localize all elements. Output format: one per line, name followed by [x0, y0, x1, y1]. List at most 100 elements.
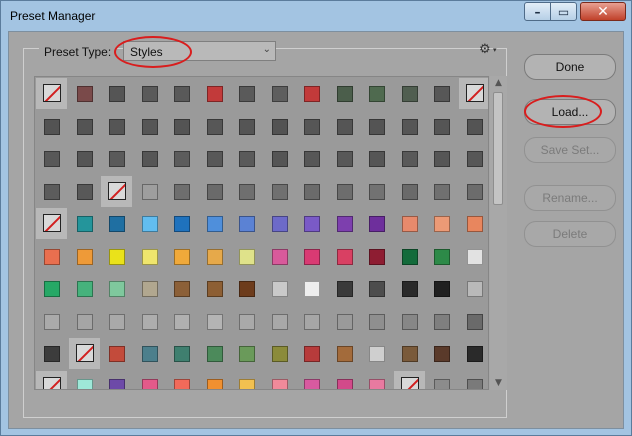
style-preset-tile[interactable]	[36, 338, 67, 369]
style-preset-tile[interactable]	[199, 208, 230, 239]
style-preset-tile[interactable]	[166, 338, 197, 369]
style-preset-tile[interactable]	[426, 371, 457, 389]
style-preset-tile[interactable]	[329, 338, 360, 369]
menu-arrow-icon[interactable]: ▾	[493, 46, 497, 54]
style-preset-tile[interactable]	[393, 370, 425, 389]
style-preset-tile[interactable]	[101, 306, 132, 337]
style-preset-tile[interactable]	[264, 143, 295, 174]
style-preset-tile[interactable]	[69, 143, 100, 174]
style-preset-tile[interactable]	[296, 273, 327, 304]
style-preset-tile[interactable]	[199, 241, 230, 272]
style-preset-tile[interactable]	[199, 176, 230, 207]
style-preset-tile[interactable]	[134, 338, 165, 369]
style-preset-tile[interactable]	[296, 78, 327, 109]
style-preset-tile[interactable]	[459, 143, 489, 174]
style-preset-tile[interactable]	[69, 78, 100, 109]
style-preset-tile[interactable]	[199, 338, 230, 369]
style-preset-tile[interactable]	[426, 241, 457, 272]
style-preset-tile[interactable]	[36, 143, 67, 174]
style-preset-tile[interactable]	[361, 111, 392, 142]
close-button[interactable]: ✕	[580, 2, 626, 21]
style-preset-tile[interactable]	[69, 371, 100, 389]
style-preset-tile[interactable]	[36, 370, 67, 389]
style-preset-tile[interactable]	[296, 143, 327, 174]
style-preset-tile[interactable]	[394, 143, 425, 174]
style-preset-tile[interactable]	[296, 371, 327, 389]
style-preset-tile[interactable]	[101, 208, 132, 239]
style-preset-tile[interactable]	[361, 371, 392, 389]
minimize-button[interactable]: –	[524, 2, 551, 21]
style-preset-tile[interactable]	[166, 176, 197, 207]
style-preset-tile[interactable]	[101, 338, 132, 369]
style-preset-tile[interactable]	[199, 111, 230, 142]
style-preset-tile[interactable]	[166, 143, 197, 174]
style-preset-tile[interactable]	[329, 273, 360, 304]
style-preset-tile[interactable]	[426, 176, 457, 207]
style-preset-tile[interactable]	[36, 306, 67, 337]
style-preset-tile[interactable]	[361, 306, 392, 337]
style-preset-tile[interactable]	[426, 143, 457, 174]
style-preset-tile[interactable]	[69, 111, 100, 142]
style-preset-tile[interactable]	[166, 371, 197, 389]
style-preset-tile[interactable]	[101, 175, 132, 207]
style-preset-tile[interactable]	[361, 241, 392, 272]
style-preset-tile[interactable]	[36, 273, 67, 304]
style-preset-tile[interactable]	[101, 143, 132, 174]
style-preset-tile[interactable]	[459, 338, 489, 369]
style-preset-tile[interactable]	[36, 241, 67, 272]
style-preset-tile[interactable]	[426, 338, 457, 369]
style-preset-tile[interactable]	[459, 306, 489, 337]
style-preset-tile[interactable]	[329, 241, 360, 272]
style-preset-tile[interactable]	[134, 371, 165, 389]
style-preset-tile[interactable]	[361, 208, 392, 239]
style-preset-tile[interactable]	[166, 306, 197, 337]
style-preset-tile[interactable]	[361, 273, 392, 304]
style-preset-tile[interactable]	[134, 111, 165, 142]
style-preset-tile[interactable]	[199, 273, 230, 304]
style-preset-tile[interactable]	[394, 241, 425, 272]
style-preset-tile[interactable]	[134, 273, 165, 304]
rename-button[interactable]: Rename...	[524, 185, 616, 211]
scroll-down-icon[interactable]: ▼	[490, 376, 507, 390]
style-preset-tile[interactable]	[199, 78, 230, 109]
style-preset-tile[interactable]	[329, 306, 360, 337]
style-preset-tile[interactable]	[394, 338, 425, 369]
style-preset-tile[interactable]	[69, 306, 100, 337]
style-preset-tile[interactable]	[394, 208, 425, 239]
style-preset-tile[interactable]	[134, 208, 165, 239]
style-preset-tile[interactable]	[361, 176, 392, 207]
style-preset-tile[interactable]	[166, 273, 197, 304]
style-preset-tile[interactable]	[329, 176, 360, 207]
style-preset-tile[interactable]	[459, 241, 489, 272]
style-preset-tile[interactable]	[134, 241, 165, 272]
style-preset-tile[interactable]	[166, 111, 197, 142]
style-preset-tile[interactable]	[36, 176, 67, 207]
style-preset-tile[interactable]	[394, 176, 425, 207]
style-preset-tile[interactable]	[329, 208, 360, 239]
style-preset-tile[interactable]	[329, 143, 360, 174]
style-preset-tile[interactable]	[199, 306, 230, 337]
maximize-button[interactable]: ▭	[550, 2, 577, 21]
style-preset-tile[interactable]	[231, 111, 262, 142]
done-button[interactable]: Done	[524, 54, 616, 80]
style-preset-tile[interactable]	[296, 338, 327, 369]
style-preset-tile[interactable]	[264, 241, 295, 272]
style-preset-tile[interactable]	[134, 306, 165, 337]
style-preset-tile[interactable]	[199, 371, 230, 389]
style-preset-tile[interactable]	[101, 273, 132, 304]
style-preset-tile[interactable]	[134, 176, 165, 207]
style-preset-tile[interactable]	[264, 371, 295, 389]
style-preset-tile[interactable]	[231, 78, 262, 109]
style-preset-tile[interactable]	[166, 241, 197, 272]
style-preset-tile[interactable]	[69, 176, 100, 207]
style-preset-tile[interactable]	[329, 111, 360, 142]
style-preset-tile[interactable]	[264, 176, 295, 207]
style-preset-tile[interactable]	[329, 371, 360, 389]
style-preset-tile[interactable]	[101, 78, 132, 109]
style-preset-tile[interactable]	[166, 78, 197, 109]
style-preset-tile[interactable]	[459, 176, 489, 207]
style-preset-tile[interactable]	[101, 241, 132, 272]
style-preset-tile[interactable]	[459, 273, 489, 304]
style-preset-tile[interactable]	[459, 371, 489, 389]
style-preset-tile[interactable]	[68, 338, 100, 369]
